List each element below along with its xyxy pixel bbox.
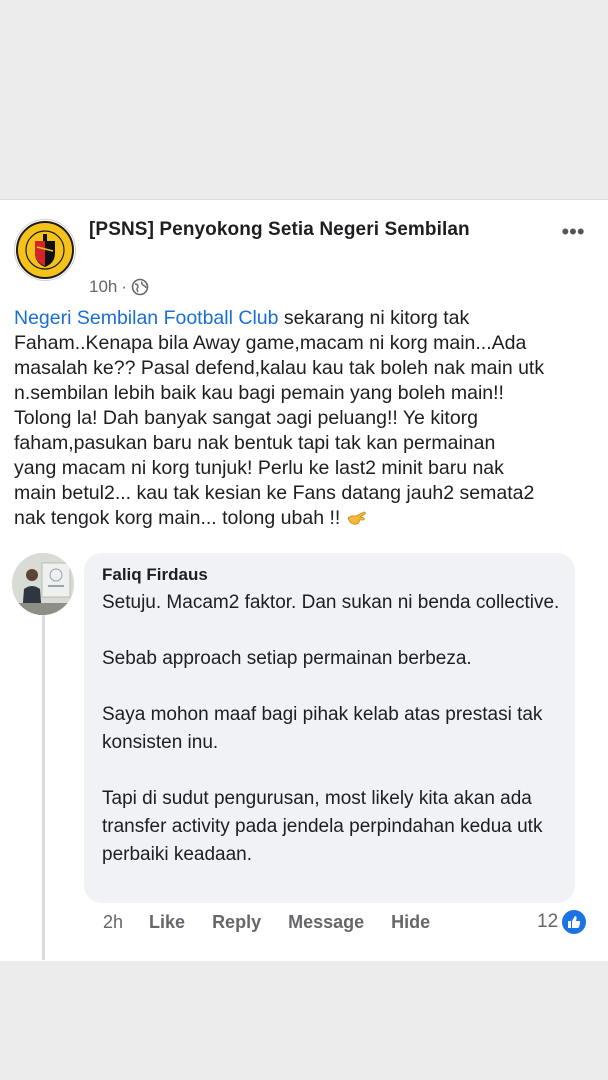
- bottom-background: [0, 961, 608, 1080]
- post-text: Negeri Sembilan Football Club sekarang n…: [14, 306, 600, 531]
- comment-text: Setuju. Macam2 faktor. Dan sukan ni bend…: [102, 589, 562, 869]
- reaction-count: 12: [537, 911, 559, 932]
- comment-actions: 2h Like Reply Message Hide: [103, 912, 457, 933]
- post-meta: 10h ·: [89, 277, 149, 297]
- comment-paragraph: Sebab approach setiap permainan berbeza.: [102, 648, 472, 669]
- commenter-avatar[interactable]: [12, 553, 74, 615]
- comment-thread-line: [42, 615, 45, 960]
- cutoff-next-comment: [66, 953, 186, 966]
- message-button[interactable]: Message: [288, 912, 364, 933]
- pointing-hand-emoji-icon: [346, 506, 368, 528]
- separator-dot: ·: [121, 277, 128, 296]
- comment-time[interactable]: 2h: [103, 912, 123, 933]
- page-name[interactable]: [PSNS] Penyokong Setia Negeri Sembilan: [89, 219, 470, 241]
- more-options-button[interactable]: •••: [556, 221, 590, 248]
- comment-paragraph: Saya mohon maaf bagi pihak kelab atas pr…: [102, 704, 543, 753]
- page-avatar[interactable]: [14, 219, 76, 281]
- hide-button[interactable]: Hide: [391, 912, 430, 933]
- commenter-name[interactable]: Faliq Firdaus: [102, 565, 208, 585]
- comment-paragraph: Setuju. Macam2 faktor. Dan sukan ni bend…: [102, 592, 560, 613]
- psns-logo-icon: [16, 221, 74, 279]
- comment-paragraph: Tapi di sudut pengurusan, most likely ki…: [102, 788, 543, 865]
- profile-photo-icon: [12, 553, 74, 615]
- globe-icon: [131, 278, 149, 296]
- post-text-body: sekarang ni kitorg tak Faham..Kenapa bil…: [14, 307, 545, 529]
- post-time[interactable]: 10h: [89, 277, 117, 297]
- reply-button[interactable]: Reply: [212, 912, 261, 933]
- top-background: [0, 0, 608, 199]
- like-button[interactable]: Like: [149, 912, 185, 933]
- comment-reactions[interactable]: 12: [537, 910, 587, 934]
- page-mention-link[interactable]: Negeri Sembilan Football Club: [14, 307, 278, 329]
- thumbs-up-icon: [562, 910, 587, 934]
